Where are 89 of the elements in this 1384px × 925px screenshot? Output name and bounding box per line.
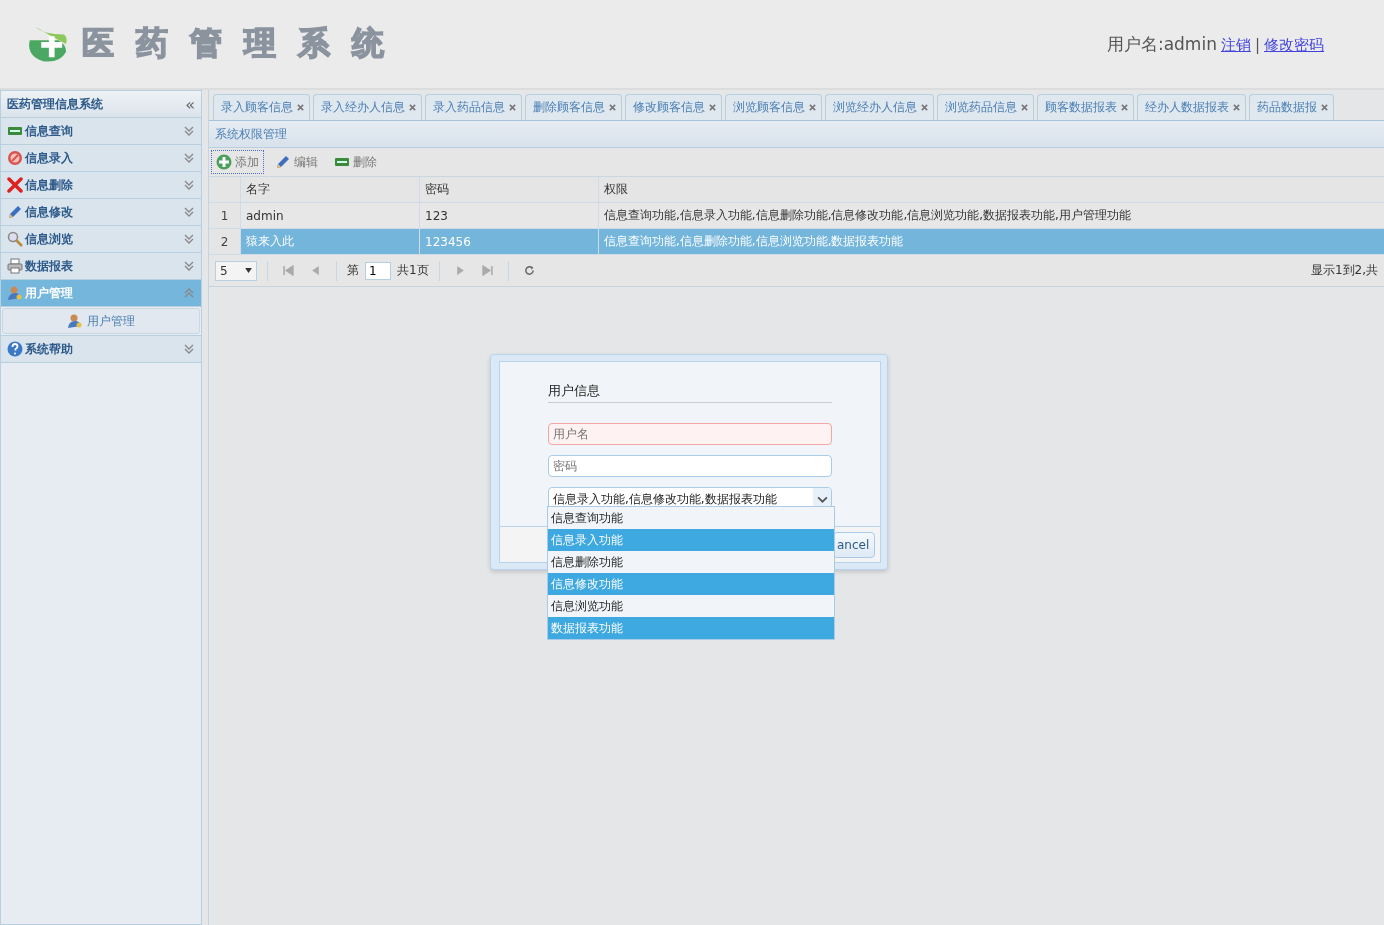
cross-icon [7,177,23,193]
tab[interactable]: 修改顾客信息 [625,94,722,120]
last-page-icon[interactable] [481,265,493,276]
sidebar-item[interactable]: 系统帮助 [1,336,201,363]
help-icon [7,341,23,357]
close-icon[interactable] [409,104,416,111]
expand-chevron-icon [183,125,195,137]
close-icon[interactable] [509,104,516,111]
first-page-icon[interactable] [283,265,294,276]
tab[interactable]: 经办人数据报表 [1137,94,1246,120]
cancel-button[interactable]: ancel [833,531,875,558]
user-key-icon [7,285,23,301]
page-number-field[interactable]: 1 [365,261,391,280]
page-summary: 显示1到2,共 [1310,262,1378,279]
sidebar-item[interactable]: 信息录入 [1,145,201,172]
close-icon[interactable] [809,104,816,111]
panel-title: 系统权限管理 [215,125,287,143]
sidebar-item[interactable]: 信息修改 [1,199,201,226]
tab[interactable]: 药品数据报 [1249,94,1334,120]
table-cell: 123 [420,203,599,228]
close-icon[interactable] [921,104,928,111]
close-icon[interactable] [1233,104,1240,111]
previous-page-icon[interactable] [310,265,321,276]
password-field[interactable]: 密码 [548,455,832,477]
refresh-icon[interactable] [523,265,535,276]
next-page-icon[interactable] [454,265,466,276]
change-password-link[interactable]: 修改密码 [1264,35,1324,55]
tab[interactable]: 录入药品信息 [425,94,522,120]
add-button[interactable]: 添加 [211,150,264,174]
tab[interactable]: 浏览药品信息 [937,94,1034,120]
close-icon[interactable] [709,104,716,111]
sidebar-subitem[interactable]: 用户管理 [2,308,200,334]
tab[interactable]: 浏览顾客信息 [725,94,822,120]
collapse-chevron-icon [183,287,195,299]
expand-chevron-icon [183,152,195,164]
tab[interactable]: 录入经办人信息 [313,94,422,120]
close-icon[interactable] [297,104,304,111]
sidebar-item[interactable]: 信息查询 [1,118,201,145]
edit-button[interactable]: 编辑 [270,150,323,174]
column-header[interactable]: 权限 [599,177,1384,202]
table-cell: 猿来入此 [241,229,420,254]
sidebar-item[interactable]: 数据报表 [1,253,201,280]
expand-chevron-icon [183,260,195,272]
column-header[interactable]: 密码 [420,177,599,202]
printer-icon [7,258,23,274]
logout-link[interactable]: 注销 [1220,35,1251,55]
page-size-select[interactable]: 5 [215,260,257,281]
expand-chevron-icon [183,343,195,355]
caret-icon [245,268,252,273]
table-cell-text: 信息查询功能,信息录入功能,信息删除功能,信息修改功能,信息浏览功能,数据报表功能,用户管理功能 [603,207,1132,224]
page-total: 共1页 [397,262,429,279]
separator-text: | [1254,35,1260,54]
column-header[interactable]: 名字 [241,177,420,202]
pencil-icon [275,154,291,170]
search-icon [7,231,23,247]
expand-chevron-icon [183,206,195,218]
table-cell: 123456 [420,229,599,254]
expand-chevron-icon [183,233,195,245]
collapse-icon[interactable]: « [185,94,195,114]
close-icon[interactable] [1321,104,1328,111]
close-icon[interactable] [609,104,616,111]
table-row[interactable]: 1 admin 123 信息查询功能,信息录入功能,信息删除功能,信息修改功能,信息浏览功能,数据报表功能,用户管理功能 [209,203,1384,229]
user-key-icon [67,313,83,329]
sidebar-item[interactable]: 信息浏览 [1,226,201,253]
table-cell: admin [241,203,420,228]
table-cell-text: 信息查询功能,信息删除功能,信息浏览功能,数据报表功能 [603,233,905,250]
expand-chevron-icon [183,179,195,191]
tab[interactable]: 顾客数据报表 [1037,94,1134,120]
table-row[interactable]: 2 猿来入此 123456 信息查询功能,信息删除功能,信息浏览功能,数据报表功能 [209,229,1384,255]
dropdown-option[interactable]: 信息删除功能 [548,551,834,573]
row-number: 2 [209,229,241,254]
plus-icon [216,154,232,170]
close-icon[interactable] [1021,104,1028,111]
dialog-title: 用户信息 [548,382,832,403]
tab[interactable]: 录入顾客信息 [213,94,310,120]
pencil-icon [7,204,23,220]
username-field[interactable]: 用户名 [548,423,832,445]
tab[interactable]: 浏览经办人信息 [825,94,934,120]
page-prefix: 第 [347,262,359,279]
close-icon[interactable] [1121,104,1128,111]
sidebar-title: 医药管理信息系统 [7,95,103,113]
tab[interactable]: 删除顾客信息 [525,94,622,120]
delete-button[interactable]: 删除 [329,150,382,174]
app-title: 医药管理系统 [82,23,406,64]
dropdown-option[interactable]: 信息浏览功能 [548,595,834,617]
chevron-down-icon [816,495,828,503]
sidebar-item[interactable]: 信息删除 [1,172,201,199]
no-entry-icon [7,150,23,166]
user-label: 用户名:admin [1106,32,1217,56]
